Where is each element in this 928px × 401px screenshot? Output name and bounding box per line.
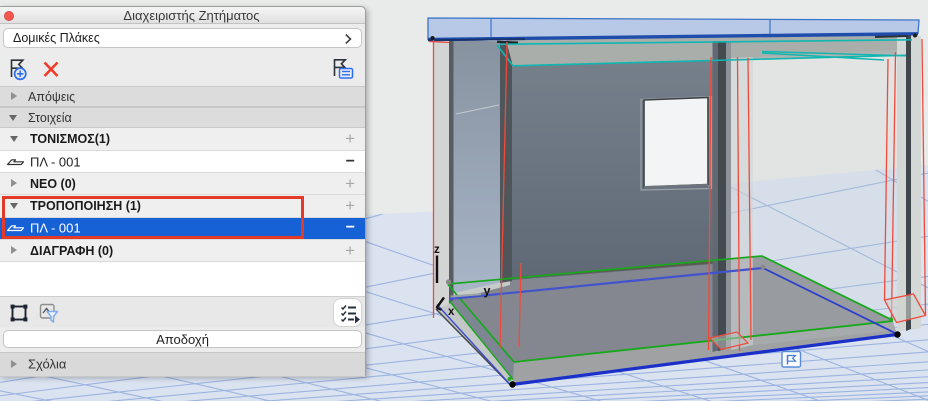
svg-text:y: y xyxy=(484,284,491,298)
svg-text:z: z xyxy=(434,244,440,256)
svg-text:x: x xyxy=(448,306,455,318)
